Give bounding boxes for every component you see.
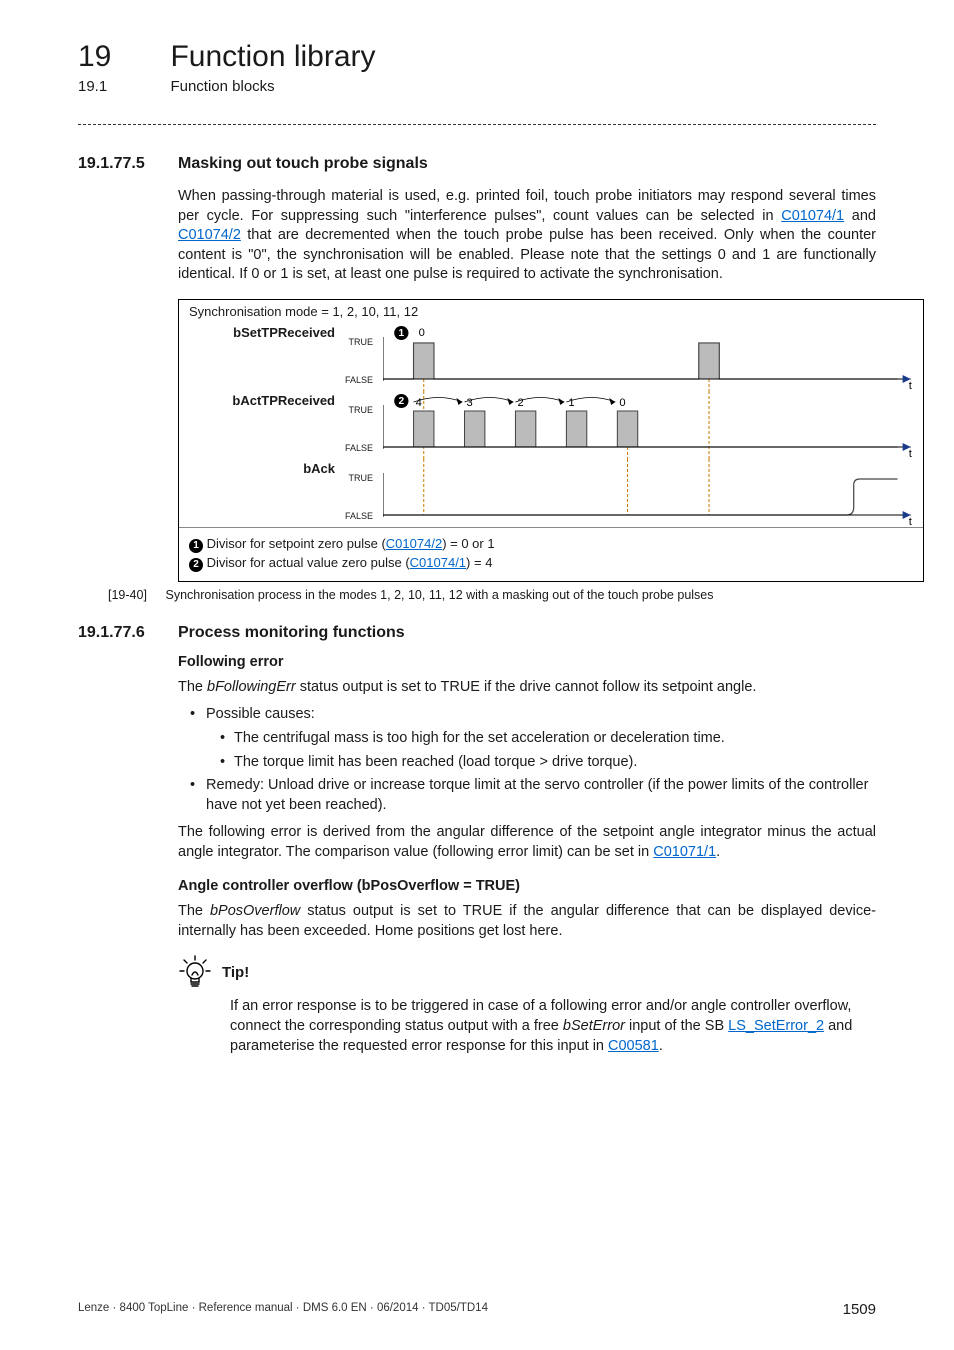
signal-plot-1: t 1 0: [383, 323, 923, 391]
figure-lane-1: bSetTPReceived TRUE FALSE t: [179, 323, 923, 391]
signal-plot-2: t 2 4 3 2 1 0: [383, 391, 923, 459]
lightbulb-icon: [178, 955, 212, 989]
signal-name: bAck: [303, 461, 335, 476]
subsection-title: Masking out touch probe signals: [178, 155, 428, 173]
link-c01071-1[interactable]: C01071/1: [653, 844, 716, 860]
list-item: The centrifugal mass is too high for the…: [220, 729, 876, 749]
signal-plot-3: t: [383, 459, 923, 527]
svg-text:4: 4: [416, 397, 422, 409]
legend-text: Divisor for actual value zero pulse (: [203, 555, 410, 570]
page-number: 1509: [843, 1301, 876, 1318]
section-number: 19.1: [78, 78, 166, 95]
svg-text:1: 1: [399, 328, 405, 339]
tip-header: Tip!: [178, 955, 876, 989]
body-paragraph: The bFollowingErr status output is set t…: [178, 678, 876, 698]
marker-1-icon: 1: [189, 539, 203, 553]
link-c00581[interactable]: C00581: [608, 1038, 659, 1054]
body-text: The: [178, 679, 207, 695]
figure-lane-2: bActTPReceived TRUE FALSE: [179, 391, 923, 459]
chapter-title: Function library: [170, 40, 375, 74]
body-text: input of the SB: [625, 1018, 728, 1034]
link-ls-seterror-2[interactable]: LS_SetError_2: [728, 1018, 824, 1034]
footer-text: Lenze · 8400 TopLine · Reference manual …: [78, 1302, 488, 1314]
legend-text: Divisor for setpoint zero pulse (: [203, 536, 386, 551]
figure-lane-3: bAck TRUE FALSE t: [179, 459, 923, 527]
list-text: Possible causes:: [206, 706, 315, 722]
body-emphasis: bSetError: [563, 1018, 625, 1034]
list-item: Remedy: Unload drive or increase torque …: [190, 776, 876, 815]
subsection-title: Process monitoring functions: [178, 624, 405, 642]
svg-text:0: 0: [419, 327, 425, 339]
body-paragraph: The following error is derived from the …: [178, 823, 876, 862]
link-c01074-1[interactable]: C01074/1: [410, 555, 466, 570]
svg-text:1: 1: [568, 397, 574, 409]
body-text: .: [716, 844, 720, 860]
body-text: .: [659, 1038, 663, 1054]
svg-text:t: t: [909, 448, 912, 459]
svg-text:3: 3: [467, 397, 473, 409]
body-text: and: [844, 208, 876, 224]
signal-name: bActTPReceived: [232, 393, 335, 408]
figure-caption-text: Synchronisation process in the modes 1, …: [165, 588, 713, 602]
body-text: When passing-through material is used, e…: [178, 188, 876, 224]
marker-2-icon: 2: [189, 558, 203, 572]
bullet-list: Possible causes: The centrifugal mass is…: [190, 705, 876, 815]
y-tick-false: FALSE: [345, 375, 373, 385]
list-item: The torque limit has been reached (load …: [220, 753, 876, 773]
subsection-number: 19.1.77.6: [78, 624, 178, 642]
figure-legend: 1 Divisor for setpoint zero pulse (C0107…: [179, 527, 923, 581]
tip-body: If an error response is to be triggered …: [230, 997, 876, 1056]
y-tick-true: TRUE: [349, 405, 374, 415]
subheading-following-error: Following error: [178, 654, 876, 670]
body-paragraph: When passing-through material is used, e…: [178, 187, 876, 285]
svg-text:0: 0: [619, 397, 625, 409]
body-text: The: [178, 903, 210, 919]
tip-label: Tip!: [222, 964, 249, 981]
body-text: status output is set to TRUE if the driv…: [296, 679, 757, 695]
link-c01074-1[interactable]: C01074/1: [781, 208, 844, 224]
body-emphasis: bFollowingErr: [207, 679, 296, 695]
subsection-number: 19.1.77.5: [78, 155, 178, 173]
y-tick-false: FALSE: [345, 511, 373, 521]
signal-name: bSetTPReceived: [233, 325, 335, 340]
body-emphasis: bPosOverflow: [210, 903, 300, 919]
legend-text: ) = 4: [466, 555, 492, 570]
y-tick-true: TRUE: [349, 473, 374, 483]
svg-text:t: t: [909, 516, 912, 527]
link-c01074-2[interactable]: C01074/2: [178, 227, 241, 243]
section-title: Function blocks: [170, 78, 274, 95]
figure-caption: [19-40] Synchronisation process in the m…: [108, 588, 876, 602]
svg-text:2: 2: [517, 397, 523, 409]
t-label: t: [909, 380, 912, 391]
link-c01074-2[interactable]: C01074/2: [386, 536, 442, 551]
chapter-number: 19: [78, 40, 166, 74]
y-tick-false: FALSE: [345, 443, 373, 453]
divider: [78, 124, 876, 125]
svg-text:2: 2: [399, 396, 405, 407]
body-text: The following error is derived from the …: [178, 824, 876, 860]
y-tick-true: TRUE: [349, 337, 374, 347]
list-item: Possible causes: The centrifugal mass is…: [190, 705, 876, 772]
figure-caption-number: [19-40]: [108, 588, 162, 602]
body-paragraph: The bPosOverflow status output is set to…: [178, 902, 876, 941]
figure-heading: Synchronisation mode = 1, 2, 10, 11, 12: [179, 300, 923, 323]
body-text: that are decremented when the touch prob…: [178, 227, 876, 282]
legend-text: ) = 0 or 1: [442, 536, 494, 551]
subheading-overflow: Angle controller overflow (bPosOverflow …: [178, 878, 876, 894]
figure-box: Synchronisation mode = 1, 2, 10, 11, 12 …: [178, 299, 924, 582]
page-header: 19 Function library 19.1 Function blocks: [78, 40, 876, 96]
